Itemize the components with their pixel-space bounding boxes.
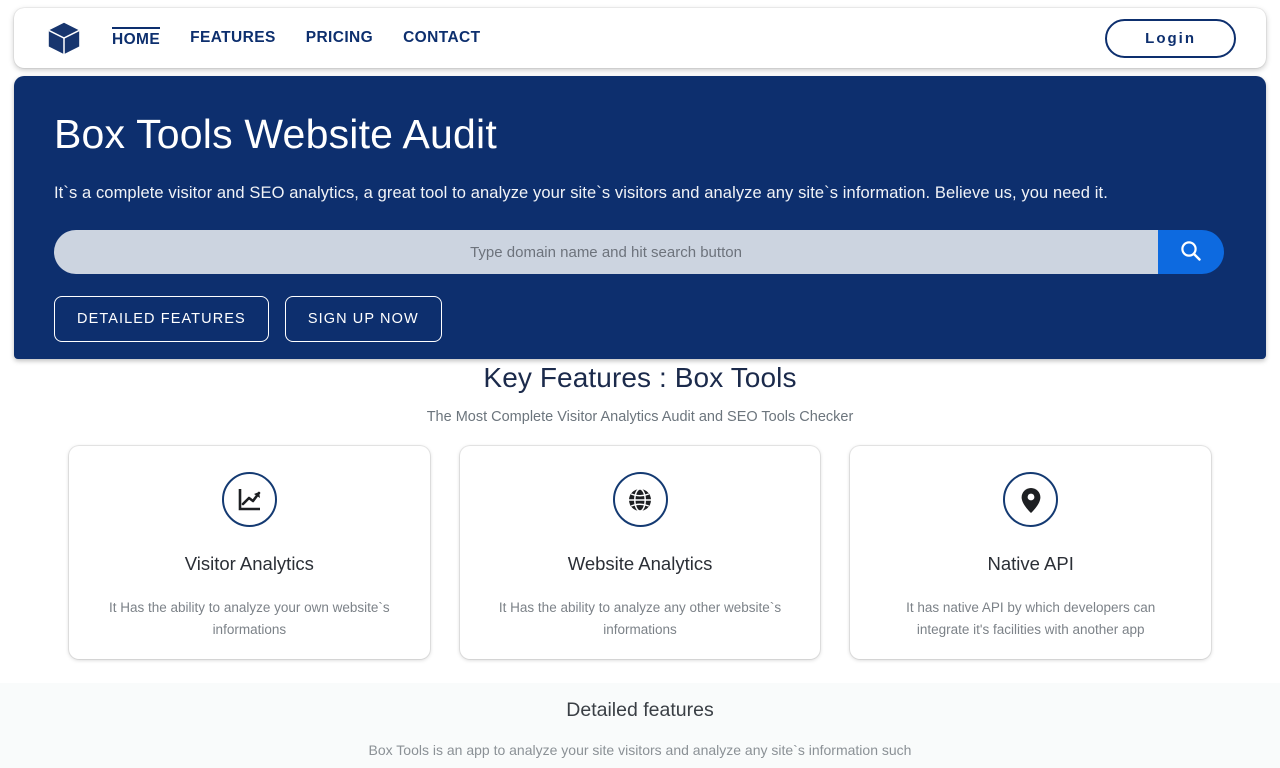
nav-item-home[interactable]: HOME: [112, 27, 161, 49]
detailed-features-button[interactable]: DETAILED FEATURES: [54, 296, 269, 343]
feature-card-title: Visitor Analytics: [184, 553, 314, 574]
feature-card-description: It Has the ability to analyze your own w…: [109, 600, 390, 638]
top-navigation-bar: HOME FEATURES PRICING CONTACT Login: [14, 8, 1266, 68]
feature-card-native-api[interactable]: Native API It has native API by which de…: [850, 446, 1212, 659]
feature-card-description: It has native API by which developers ca…: [906, 600, 1156, 638]
line-chart-icon: [221, 472, 277, 527]
search-button[interactable]: [1158, 230, 1224, 275]
detailed-features-section: Detailed features Box Tools is an app to…: [0, 683, 1280, 768]
nav-item-features[interactable]: FEATURES: [190, 29, 276, 47]
domain-search-input[interactable]: [54, 230, 1158, 275]
key-features-subtitle: The Most Complete Visitor Analytics Audi…: [426, 409, 854, 425]
hero-title: Box Tools Website Audit: [54, 111, 497, 157]
key-features-title: Key Features : Box Tools: [483, 362, 797, 393]
detailed-features-text: Box Tools is an app to analyze your site…: [368, 742, 912, 758]
globe-icon: [612, 472, 668, 527]
hero-section: Box Tools Website Audit It`s a complete …: [14, 76, 1266, 359]
domain-search-bar: [54, 230, 1224, 275]
nav-item-pricing[interactable]: PRICING: [306, 29, 373, 47]
hero-action-buttons: DETAILED FEATURES SIGN UP NOW: [54, 296, 1226, 343]
feature-card-title: Website Analytics: [567, 553, 713, 574]
sign-up-now-button[interactable]: SIGN UP NOW: [284, 296, 442, 343]
login-button[interactable]: Login: [1105, 18, 1236, 58]
nav-links: HOME FEATURES PRICING CONTACT: [112, 27, 1105, 49]
map-pin-icon: [1003, 472, 1059, 527]
key-features-section: Key Features : Box Tools The Most Comple…: [0, 359, 1280, 659]
hero-subtitle: It`s a complete visitor and SEO analytic…: [54, 184, 1108, 203]
nav-item-contact[interactable]: CONTACT: [403, 29, 480, 47]
feature-card-website-analytics[interactable]: Website Analytics It Has the ability to …: [459, 446, 821, 659]
feature-card-title: Native API: [987, 553, 1074, 574]
detailed-features-title: Detailed features: [566, 699, 714, 721]
box-cube-icon[interactable]: [44, 18, 84, 58]
search-icon: [1178, 238, 1204, 267]
feature-card-list: Visitor Analytics It Has the ability to …: [0, 446, 1280, 659]
feature-card-visitor-analytics[interactable]: Visitor Analytics It Has the ability to …: [69, 446, 430, 659]
feature-card-description: It Has the ability to analyze any other …: [498, 600, 782, 638]
